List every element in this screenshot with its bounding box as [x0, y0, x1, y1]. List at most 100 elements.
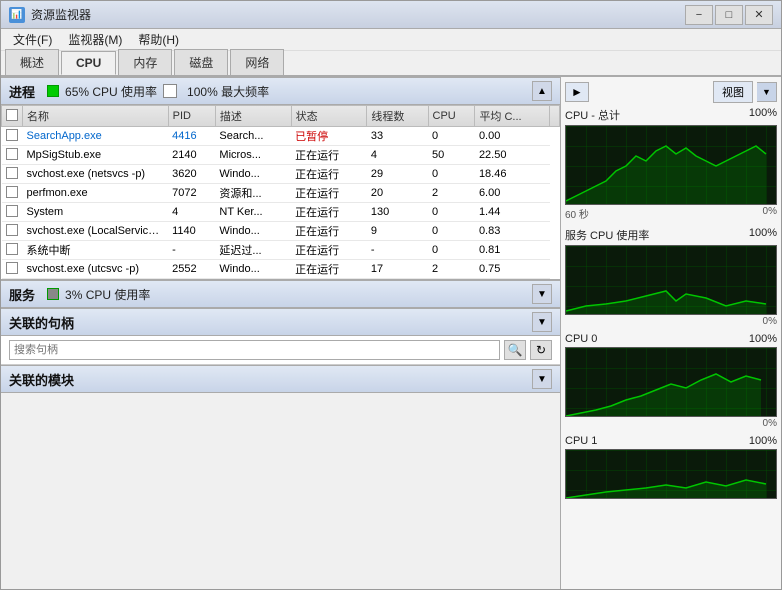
col-cpu[interactable]: CPU: [428, 106, 475, 127]
window-title: 资源监视器: [31, 6, 685, 23]
table-row[interactable]: System 4 NT Ker... 正在运行 130 0 1.44: [2, 203, 560, 222]
row-name[interactable]: svchost.exe (LocalServiceN...: [23, 222, 169, 241]
row-pid: 4416: [168, 127, 215, 146]
col-name[interactable]: 名称: [23, 106, 169, 127]
tab-bar: 概述 CPU 内存 磁盘 网络: [1, 51, 781, 77]
row-name[interactable]: MpSigStub.exe: [23, 146, 169, 165]
row-name[interactable]: SearchApp.exe: [23, 127, 169, 146]
row-desc: Windo...: [215, 260, 291, 279]
table-row[interactable]: perfmon.exe 7072 资源和... 正在运行 20 2 6.00: [2, 184, 560, 203]
right-expand-btn[interactable]: ►: [565, 82, 589, 102]
chart-cpu0-title: CPU 0: [565, 333, 597, 345]
col-cb[interactable]: [2, 106, 23, 127]
main-window: 📊 资源监视器 − □ ✕ 文件(F) 监视器(M) 帮助(H) 概述 CPU …: [0, 0, 782, 590]
tab-network[interactable]: 网络: [230, 49, 284, 75]
row-cb[interactable]: [2, 127, 23, 146]
row-pid: 2140: [168, 146, 215, 165]
row-name[interactable]: svchost.exe (netsvcs -p): [23, 165, 169, 184]
tab-cpu[interactable]: CPU: [61, 51, 116, 75]
row-avg: 18.46: [475, 165, 550, 184]
chart-cpu0-svg: [566, 348, 776, 416]
modules-collapse-btn[interactable]: ▼: [532, 369, 552, 389]
row-status: 正在运行: [291, 184, 367, 203]
row-status: 正在运行: [291, 222, 367, 241]
handles-title: 关联的句柄: [9, 313, 74, 332]
handles-search-input[interactable]: [9, 340, 500, 360]
row-desc: Windo...: [215, 222, 291, 241]
cpu-green-indicator: [47, 85, 59, 97]
menu-help[interactable]: 帮助(H): [130, 29, 187, 50]
chart-cpu1-svg: [566, 450, 776, 498]
row-cb[interactable]: [2, 184, 23, 203]
row-name[interactable]: perfmon.exe: [23, 184, 169, 203]
menu-bar: 文件(F) 监视器(M) 帮助(H): [1, 29, 781, 51]
process-table-container: 名称 PID 描述 状态 线程数 CPU 平均 C...: [1, 105, 560, 280]
process-header[interactable]: 进程 65% CPU 使用率 100% 最大频率 ▲: [1, 77, 560, 105]
chart-service-cpu: 服务 CPU 使用率 100% 0%: [565, 227, 777, 327]
row-pid: 1140: [168, 222, 215, 241]
process-table-head: 名称 PID 描述 状态 线程数 CPU 平均 C...: [2, 106, 560, 127]
close-button[interactable]: ✕: [745, 5, 773, 25]
handles-header[interactable]: 关联的句柄 ▼: [1, 308, 560, 336]
table-row[interactable]: SearchApp.exe 4416 Search... 已暂停 33 0 0.…: [2, 127, 560, 146]
chart-service-cpu-title: 服务 CPU 使用率: [565, 227, 649, 243]
chart-service-cpu-svg: [566, 246, 776, 314]
minimize-button[interactable]: −: [685, 5, 713, 25]
app-icon: 📊: [9, 7, 25, 23]
services-header[interactable]: 服务 3% CPU 使用率 ▼: [1, 280, 560, 308]
process-info: 65% CPU 使用率 100% 最大频率: [47, 83, 532, 100]
row-name[interactable]: System: [23, 203, 169, 222]
table-row[interactable]: svchost.exe (utcsvc -p) 2552 Windo... 正在…: [2, 260, 560, 279]
row-avg: 1.44: [475, 203, 550, 222]
menu-file[interactable]: 文件(F): [5, 29, 60, 50]
row-name[interactable]: svchost.exe (utcsvc -p): [23, 260, 169, 279]
maximize-button[interactable]: □: [715, 5, 743, 25]
chart-cpu0-min: 0%: [763, 418, 777, 429]
process-collapse-btn[interactable]: ▲: [532, 81, 552, 101]
tab-overview[interactable]: 概述: [5, 49, 59, 75]
row-status: 已暂停: [291, 127, 367, 146]
row-pid: 2552: [168, 260, 215, 279]
table-row[interactable]: svchost.exe (netsvcs -p) 3620 Windo... 正…: [2, 165, 560, 184]
row-cb[interactable]: [2, 241, 23, 260]
row-cb[interactable]: [2, 260, 23, 279]
modules-header[interactable]: 关联的模块 ▼: [1, 365, 560, 393]
table-row[interactable]: 系统中断 - 延迟过... 正在运行 - 0 0.81: [2, 241, 560, 260]
row-pid: -: [168, 241, 215, 260]
chart-service-cpu-max: 100%: [749, 227, 777, 243]
row-cb[interactable]: [2, 146, 23, 165]
col-status[interactable]: 状态: [291, 106, 367, 127]
view-button[interactable]: 视图: [713, 81, 753, 103]
row-cb[interactable]: [2, 222, 23, 241]
col-desc[interactable]: 描述: [215, 106, 291, 127]
col-threads[interactable]: 线程数: [367, 106, 428, 127]
services-info: 3% CPU 使用率: [47, 286, 532, 303]
chart-service-cpu-label-row: 服务 CPU 使用率 100%: [565, 227, 777, 243]
chart-service-cpu-min: 0%: [763, 316, 777, 327]
row-cb[interactable]: [2, 203, 23, 222]
chart-cpu-total-bottom: 60 秒 0%: [565, 206, 777, 221]
row-threads: 17: [367, 260, 428, 279]
table-row[interactable]: svchost.exe (LocalServiceN... 1140 Windo…: [2, 222, 560, 241]
view-dropdown-btn[interactable]: ▼: [757, 82, 777, 102]
left-panel: 进程 65% CPU 使用率 100% 最大频率 ▲ 名: [1, 77, 561, 589]
row-cpu: 0: [428, 241, 475, 260]
handles-collapse-btn[interactable]: ▼: [532, 312, 552, 332]
services-collapse-btn[interactable]: ▼: [532, 284, 552, 304]
menu-monitor[interactable]: 监视器(M): [60, 29, 130, 50]
col-avg[interactable]: 平均 C...: [475, 106, 550, 127]
refresh-icon-btn[interactable]: ↻: [530, 340, 552, 360]
tab-memory[interactable]: 内存: [118, 49, 172, 75]
row-desc: 延迟过...: [215, 241, 291, 260]
row-name[interactable]: 系统中断: [23, 241, 169, 260]
search-icon-btn[interactable]: 🔍: [504, 340, 526, 360]
col-pid[interactable]: PID: [168, 106, 215, 127]
row-cpu: 0: [428, 165, 475, 184]
tab-disk[interactable]: 磁盘: [174, 49, 228, 75]
chart-cpu0-max: 100%: [749, 333, 777, 345]
content-area: 进程 65% CPU 使用率 100% 最大频率 ▲ 名: [1, 77, 781, 589]
table-row[interactable]: MpSigStub.exe 2140 Micros... 正在运行 4 50 2…: [2, 146, 560, 165]
row-cb[interactable]: [2, 165, 23, 184]
process-title: 进程: [9, 82, 35, 101]
row-cpu: 0: [428, 222, 475, 241]
